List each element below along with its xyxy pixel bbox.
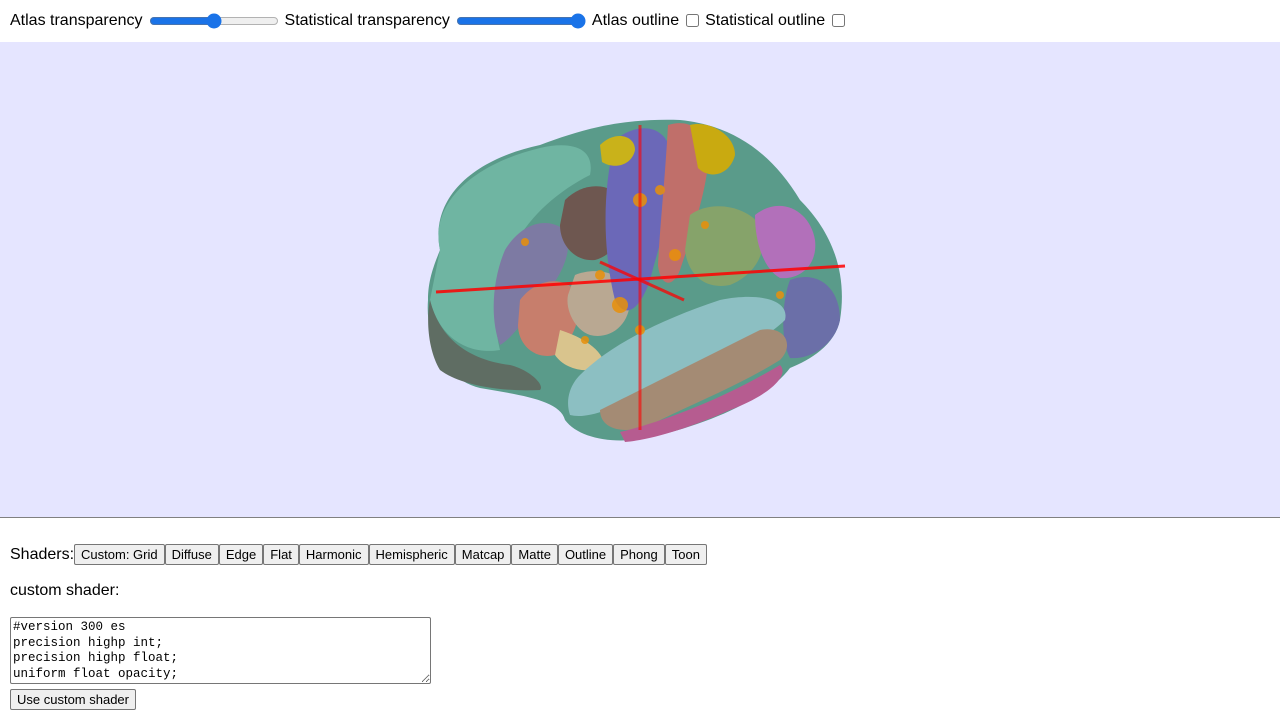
statistical-transparency-label: Statistical transparency: [284, 11, 450, 29]
toolbar: Atlas transparency Statistical transpare…: [0, 0, 1280, 41]
shader-button-flat[interactable]: Flat: [263, 544, 299, 565]
shader-button-edge[interactable]: Edge: [218, 544, 264, 565]
statistical-transparency-slider[interactable]: [455, 12, 586, 29]
atlas-outline-checkbox[interactable]: [686, 14, 700, 27]
shader-button-outline[interactable]: Outline: [557, 544, 614, 565]
shaders-label: Shaders:: [10, 545, 75, 563]
statistical-outline-label: Statistical outline: [705, 11, 826, 29]
shader-button-matcap[interactable]: Matcap: [454, 544, 512, 565]
shader-button-toon[interactable]: Toon: [664, 544, 707, 565]
shader-button-custom-grid[interactable]: Custom: Grid: [74, 544, 165, 565]
shader-button-phong[interactable]: Phong: [613, 544, 665, 565]
shader-button-hemispheric[interactable]: Hemispheric: [368, 544, 455, 565]
brain-3d-viewer[interactable]: [0, 42, 1280, 518]
statistical-outline-checkbox[interactable]: [832, 14, 846, 27]
atlas-transparency-label: Atlas transparency: [10, 11, 143, 29]
shaders-row: Shaders: Custom: Grid Diffuse Edge Flat Harm…: [10, 544, 707, 565]
shader-button-diffuse[interactable]: Diffuse: [164, 544, 219, 565]
shader-button-harmonic[interactable]: Harmonic: [298, 544, 369, 565]
atlas-transparency-slider[interactable]: [148, 12, 279, 29]
use-custom-shader-button[interactable]: Use custom shader: [10, 689, 136, 710]
custom-shader-label: custom shader:: [10, 582, 120, 599]
shader-button-matte[interactable]: Matte: [511, 544, 558, 565]
shader-button-group: Custom: Grid Diffuse Edge Flat Harmonic Hemis…: [74, 544, 707, 565]
custom-shader-code-input[interactable]: [10, 617, 431, 684]
atlas-outline-label: Atlas outline: [591, 11, 680, 29]
brain-render: [427, 119, 846, 442]
